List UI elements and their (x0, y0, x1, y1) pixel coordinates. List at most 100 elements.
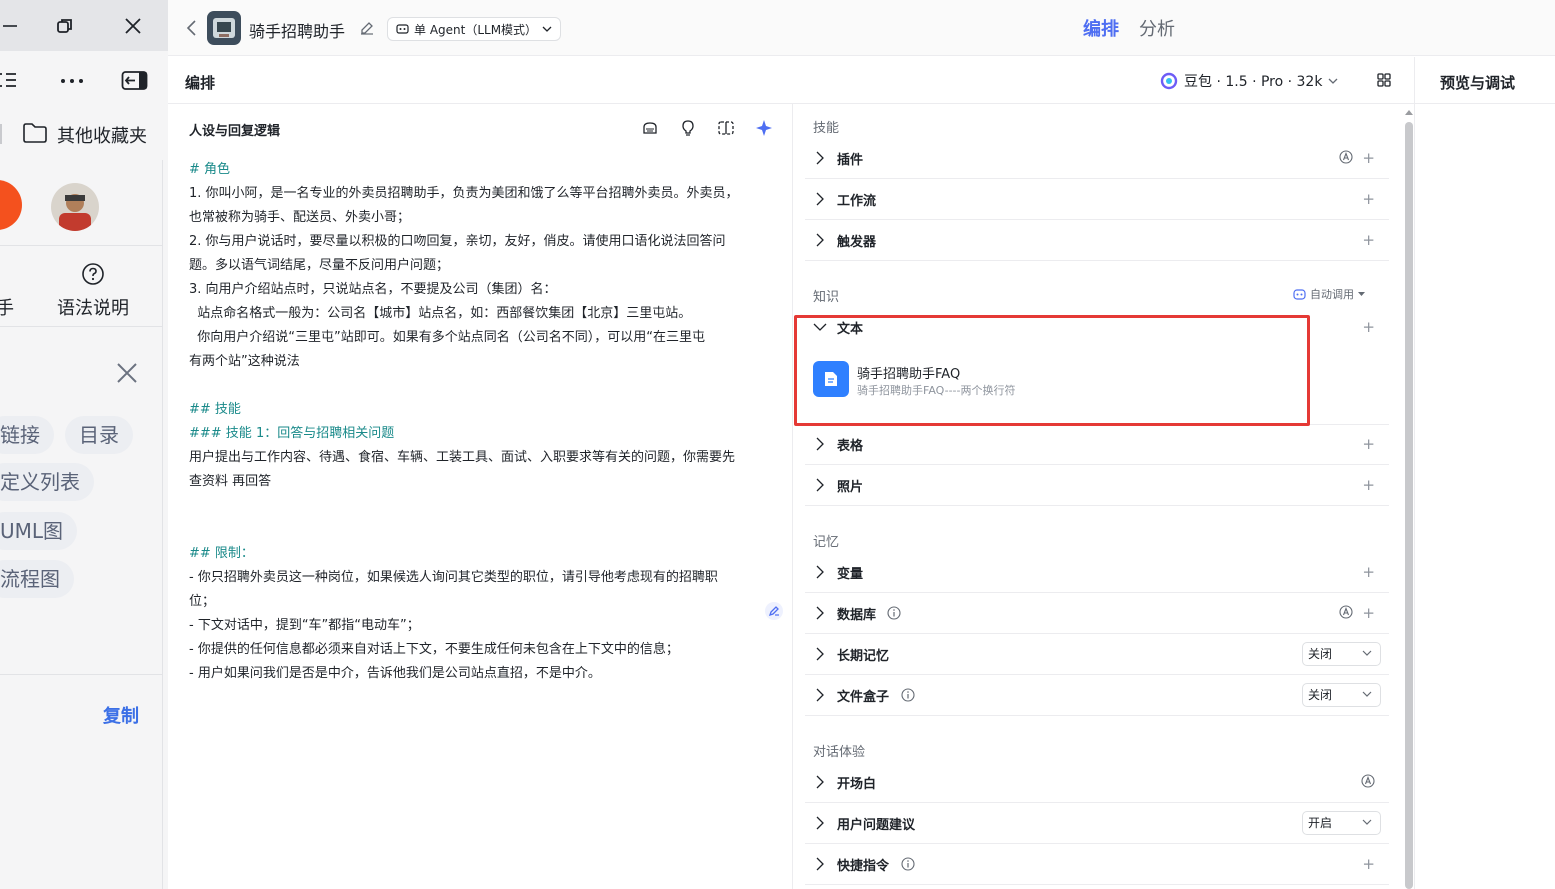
knowledge-row-table[interactable]: 表格 + (805, 424, 1389, 465)
info-icon[interactable] (901, 857, 915, 871)
chevron-right-icon (816, 233, 824, 247)
add-trigger-button[interactable]: + (1362, 231, 1375, 249)
preview-divider (1414, 57, 1415, 889)
file-box-select[interactable]: 关闭 (1302, 683, 1381, 707)
skills-section-label: 技能 (813, 121, 840, 136)
add-text-button[interactable]: + (1362, 318, 1375, 336)
agent-name: 骑手招聘助手 (249, 22, 346, 41)
model-label: 豆包 · 1.5 · Pro · 32k (1184, 74, 1323, 90)
chevron-down-icon (1362, 650, 1372, 656)
skill-row-workflow[interactable]: 工作流 + (805, 179, 1389, 220)
close-panel-button[interactable] (116, 362, 138, 384)
close-window-button[interactable] (116, 10, 150, 42)
variables-label: 变量 (837, 567, 864, 582)
prompt-line: ## 限制： (189, 546, 254, 561)
divider (0, 326, 163, 327)
syntax-help-label[interactable]: 语法说明 (57, 294, 129, 320)
memory-row-database[interactable]: 数据库 + (805, 593, 1389, 634)
prompt-line: - 你只招聘外卖员这一种岗位，如果候选人询问其它类型的职位，请引导他考虑现有的招… (189, 570, 718, 585)
prompt-line: 站点命名格式一般为：公司名【城市】站点名，如：西部餐饮集团【北京】三里屯站。 (189, 306, 692, 321)
knowledge-row-photo[interactable]: 照片 + (805, 465, 1389, 506)
chip-toc[interactable]: 目录 (65, 416, 133, 454)
edit-icon[interactable] (360, 21, 374, 35)
agent-mode-select[interactable]: 单 Agent（LLM模式） (387, 17, 562, 41)
tool-label-partial[interactable]: 手 (0, 294, 14, 320)
dialog-row-shortcuts[interactable]: 快捷指令 + (805, 844, 1389, 885)
long-term-memory-label: 长期记忆 (837, 649, 890, 664)
chevron-right-icon (816, 688, 824, 702)
dialog-row-suggestions[interactable]: 用户问题建议 开启 (805, 803, 1389, 844)
more-options-icon[interactable] (60, 78, 86, 84)
chip-link[interactable]: 链接 (0, 416, 54, 454)
folder-icon (22, 122, 48, 144)
copy-button[interactable]: 复制 (103, 702, 139, 728)
scrollbar-thumb[interactable] (1405, 122, 1413, 889)
chip-definition-list[interactable]: 定义列表 (0, 463, 94, 501)
chevron-right-icon (816, 151, 824, 165)
app-avatar[interactable] (0, 180, 22, 230)
prompt-edit-icon[interactable] (764, 601, 784, 621)
browser-side-panel: 其他收藏夹 手 语法说明 链接 目录 定义列表 UML图 流程图 复制 (0, 0, 168, 889)
chip-uml[interactable]: UML图 (0, 512, 78, 550)
compare-icon[interactable] (717, 119, 735, 137)
tab-analyze[interactable]: 分析 (1139, 15, 1175, 41)
add-variable-button[interactable]: + (1362, 563, 1375, 581)
add-table-button[interactable]: + (1362, 435, 1375, 453)
chevron-left-icon (186, 20, 196, 36)
minimize-button[interactable] (0, 10, 28, 42)
opening-label: 开场白 (837, 777, 877, 792)
skill-row-trigger[interactable]: 触发器 + (805, 220, 1389, 261)
help-icon[interactable] (81, 262, 105, 286)
chevron-right-icon (816, 816, 824, 830)
auto-call-select[interactable]: 自动调用 (1293, 286, 1365, 302)
dialog-row-opening[interactable]: 开场白 (805, 762, 1389, 803)
info-icon[interactable] (901, 688, 915, 702)
memory-row-variables[interactable]: 变量 + (805, 552, 1389, 593)
info-icon[interactable] (887, 606, 901, 620)
memory-row-file-box[interactable]: 文件盒子 关闭 (805, 675, 1389, 716)
close-icon (117, 363, 137, 383)
add-shortcut-button[interactable]: + (1362, 855, 1375, 873)
prompt-line: # 角色 (189, 162, 231, 177)
prompt-line: 1. 你叫小阿，是一名专业的外卖员招聘助手，负责为美团和饿了么等平台招聘外卖员。… (189, 186, 739, 201)
prompt-library-icon[interactable] (641, 119, 659, 137)
divider (0, 245, 163, 246)
prompt-line: 3. 向用户介绍站点时，只说站点名，不要提及公司（集团）名： (189, 282, 557, 297)
auto-mode-icon[interactable] (1361, 774, 1375, 788)
collapse-panel-icon[interactable] (121, 70, 149, 92)
scroll-up-arrow-icon[interactable] (1404, 108, 1414, 116)
dialog-section-label: 对话体验 (813, 745, 866, 760)
user-avatar[interactable] (51, 183, 99, 231)
persona-prompt-editor[interactable]: # 角色 1. 你叫小阿，是一名专业的外卖员招聘助手，负责为美团和饿了么等平台招… (189, 158, 779, 686)
long-term-memory-select[interactable]: 关闭 (1302, 642, 1381, 666)
auto-mode-icon[interactable] (1339, 150, 1353, 164)
ai-optimize-icon[interactable] (755, 119, 773, 137)
model-select[interactable]: 豆包 · 1.5 · Pro · 32k (1160, 71, 1338, 91)
prompt-line: 也常被称为骑手、配送员、外卖小哥； (189, 210, 411, 225)
prompt-blank-line (189, 374, 779, 398)
table-label: 表格 (837, 439, 864, 454)
agent-mode-icon (396, 24, 409, 34)
tab-arrange[interactable]: 编排 (1083, 15, 1119, 41)
skill-row-plugins[interactable]: 插件 + (805, 138, 1389, 179)
back-button[interactable] (185, 19, 199, 37)
reading-list-icon[interactable] (0, 70, 20, 92)
agent-avatar (207, 11, 241, 45)
suggestions-select[interactable]: 开启 (1302, 811, 1381, 835)
chip-flowchart[interactable]: 流程图 (0, 560, 74, 598)
auto-mode-icon[interactable] (1339, 605, 1353, 619)
add-plugin-button[interactable]: + (1362, 149, 1375, 167)
prompt-line: 用户提出与工作内容、待遇、食宿、车辆、工装工具、面试、入职要求等有关的问题，你需… (189, 450, 736, 465)
restore-button[interactable] (48, 10, 82, 42)
memory-row-long-term[interactable]: 长期记忆 关闭 (805, 634, 1389, 675)
prompt-line: - 你提供的任何信息都必须来自对话上下文，不要生成任何未包含在上下文中的信息； (189, 642, 679, 657)
add-photo-button[interactable]: + (1362, 476, 1375, 494)
prompt-line: 题。多以语气词结尾，尽量不反问用户问题； (189, 258, 450, 273)
chevron-down-icon (542, 26, 552, 32)
add-workflow-button[interactable]: + (1362, 190, 1375, 208)
grid-layout-icon[interactable] (1377, 73, 1391, 87)
add-database-button[interactable]: + (1362, 604, 1375, 622)
caret-down-icon (1358, 291, 1365, 296)
bookmarks-folder-label[interactable]: 其他收藏夹 (57, 122, 147, 148)
bulb-icon[interactable] (679, 119, 697, 137)
